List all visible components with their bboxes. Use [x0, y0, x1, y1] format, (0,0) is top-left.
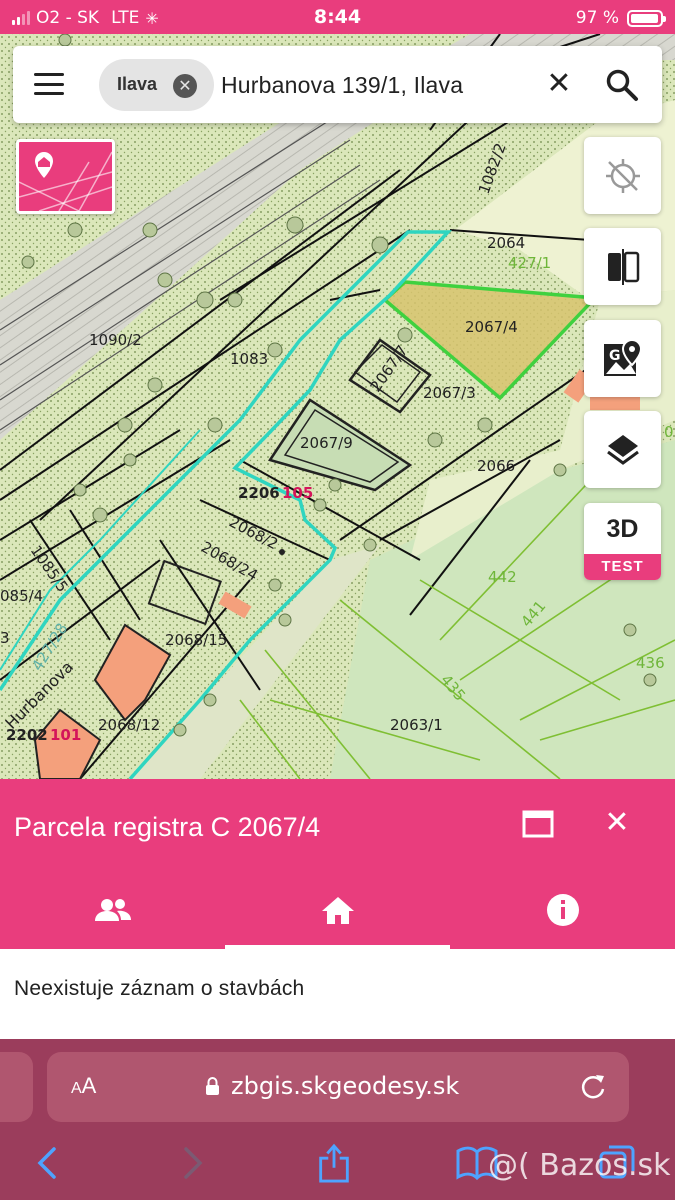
parcel-panel-header: Parcela registra C 2067/4 ✕ [0, 779, 675, 949]
parcel-label-2206: 2206 [238, 484, 280, 502]
clock: 8:44 [313, 6, 362, 28]
parcel-label-085-4: 085/4 [0, 587, 43, 605]
svg-text:G: G [609, 348, 621, 364]
battery-percent: 97 % [575, 8, 619, 28]
locate-icon [605, 158, 640, 193]
clear-search-icon[interactable]: ✕ [541, 66, 577, 102]
parcel-label-1090-2: 1090/2 [89, 331, 142, 349]
3d-test-button[interactable]: 3D TEST [584, 503, 661, 580]
home-icon [321, 897, 354, 924]
parcel-label-2067-9: 2067/9 [300, 434, 353, 452]
panel-title: Parcela registra C 2067/4 [14, 812, 321, 842]
tab-buildings[interactable] [225, 871, 450, 949]
locate-button[interactable] [584, 137, 661, 214]
previous-tab-preview[interactable] [0, 1052, 33, 1122]
battery-icon [627, 9, 666, 27]
parcel-label-2068-15: 2068/15 [165, 631, 227, 649]
compare-swipe-button[interactable] [584, 228, 661, 305]
parcel-label-2064: 2064 [487, 234, 525, 252]
maximize-icon[interactable] [522, 809, 554, 839]
basemap-thumbnail [19, 151, 112, 211]
parcel-label-436: 436 [636, 654, 665, 672]
tab-info[interactable] [450, 871, 675, 949]
info-icon [546, 894, 579, 926]
parcel-label-2202: 2202 [6, 726, 48, 744]
3d-label: 3D [606, 515, 639, 543]
parcel-label-427-1: 427/1 [508, 254, 551, 272]
lock-icon [206, 1077, 219, 1095]
parcel-label-2063-1: 2063/1 [390, 716, 443, 734]
chip-remove-icon[interactable]: ✕ [173, 74, 197, 98]
parcel-label-1083: 1083 [230, 350, 268, 368]
location-chip[interactable]: Ilava ✕ [99, 59, 214, 111]
search-bar: Ilava ✕ Hurbanova 139/1, Ilava ✕ [13, 46, 662, 123]
parcel-label-442: 442 [488, 568, 517, 586]
parcel-label-2067-3: 2067/3 [423, 384, 476, 402]
layers-icon [606, 434, 639, 465]
test-badge: TEST [584, 554, 661, 580]
parcel-label-2066: 2066 [477, 457, 515, 475]
layers-button[interactable] [584, 411, 661, 488]
battery-info: 97 % [575, 8, 666, 28]
forward-icon[interactable] [180, 1143, 206, 1183]
geo-map-button[interactable]: G [584, 320, 661, 397]
watermark: @( Bazos.sk [488, 1148, 671, 1183]
reader-settings-button[interactable]: AA [71, 1073, 96, 1099]
search-input[interactable]: Hurbanova 139/1, Ilava [221, 72, 463, 99]
owners-icon [94, 899, 131, 921]
search-icon[interactable] [605, 68, 639, 102]
url-text: zbgis.skgeodesy.sk [231, 1072, 460, 1100]
basemap-switcher[interactable] [16, 139, 115, 214]
reload-icon[interactable] [578, 1072, 608, 1102]
tab-owners[interactable] [0, 871, 225, 949]
parcel-label-2068-12: 2068/12 [98, 716, 160, 734]
status-bar: O2 - SK LTE ✳ 8:44 97 % [0, 0, 675, 34]
hamburger-menu-icon[interactable] [31, 68, 67, 100]
no-buildings-message: Neexistuje záznam o stavbách [14, 977, 305, 1000]
parcel-label-101: 101 [50, 726, 81, 744]
parcel-label-0: 0 [664, 423, 674, 441]
geo-map-icon: G [603, 338, 642, 376]
address-bar[interactable]: AA zbgis.skgeodesy.sk [47, 1052, 629, 1122]
parcel-label-105: 105 [282, 484, 313, 502]
chip-label: Ilava [117, 74, 158, 94]
close-panel-icon[interactable]: ✕ [601, 807, 633, 839]
parcel-label-3: 3 [0, 629, 10, 647]
compare-swipe-icon [607, 248, 639, 285]
parcel-label-2067-4: 2067/4 [465, 318, 518, 336]
back-icon[interactable] [34, 1143, 60, 1183]
watermark-text: Bazos.sk [539, 1148, 671, 1183]
parcel-panel-content: Neexistuje záznam o stavbách [0, 949, 675, 1039]
share-icon[interactable] [316, 1143, 352, 1183]
